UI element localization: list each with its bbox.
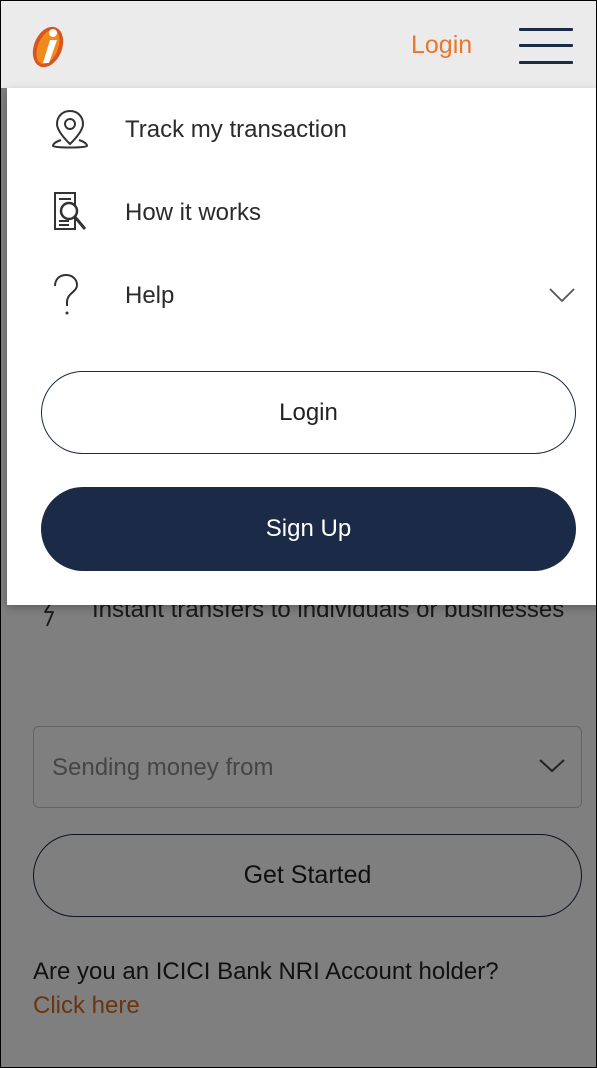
- menu-item-help[interactable]: Help: [7, 260, 596, 330]
- menu-item-label: How it works: [125, 199, 262, 226]
- chevron-down-icon[interactable]: [548, 286, 576, 304]
- location-pin-icon: [51, 109, 89, 149]
- menu-item-label: Help: [125, 282, 175, 309]
- document-search-icon: [54, 192, 87, 230]
- login-button[interactable]: Login: [41, 371, 576, 454]
- navigation-drawer: Track my transaction How it works Help L…: [7, 88, 596, 605]
- menu-item-how-it-works[interactable]: How it works: [7, 177, 596, 247]
- hamburger-menu-icon[interactable]: [519, 28, 573, 66]
- header-login-link[interactable]: Login: [411, 31, 472, 60]
- sign-up-button[interactable]: Sign Up: [41, 487, 576, 571]
- question-mark-icon: [54, 273, 79, 315]
- top-header: Login: [1, 1, 596, 88]
- menu-item-label: Track my transaction: [125, 116, 347, 143]
- icici-logo-icon[interactable]: [31, 21, 67, 71]
- menu-item-track-transaction[interactable]: Track my transaction: [7, 94, 596, 164]
- app-frame: Instant transfers to individuals or busi…: [0, 0, 597, 1068]
